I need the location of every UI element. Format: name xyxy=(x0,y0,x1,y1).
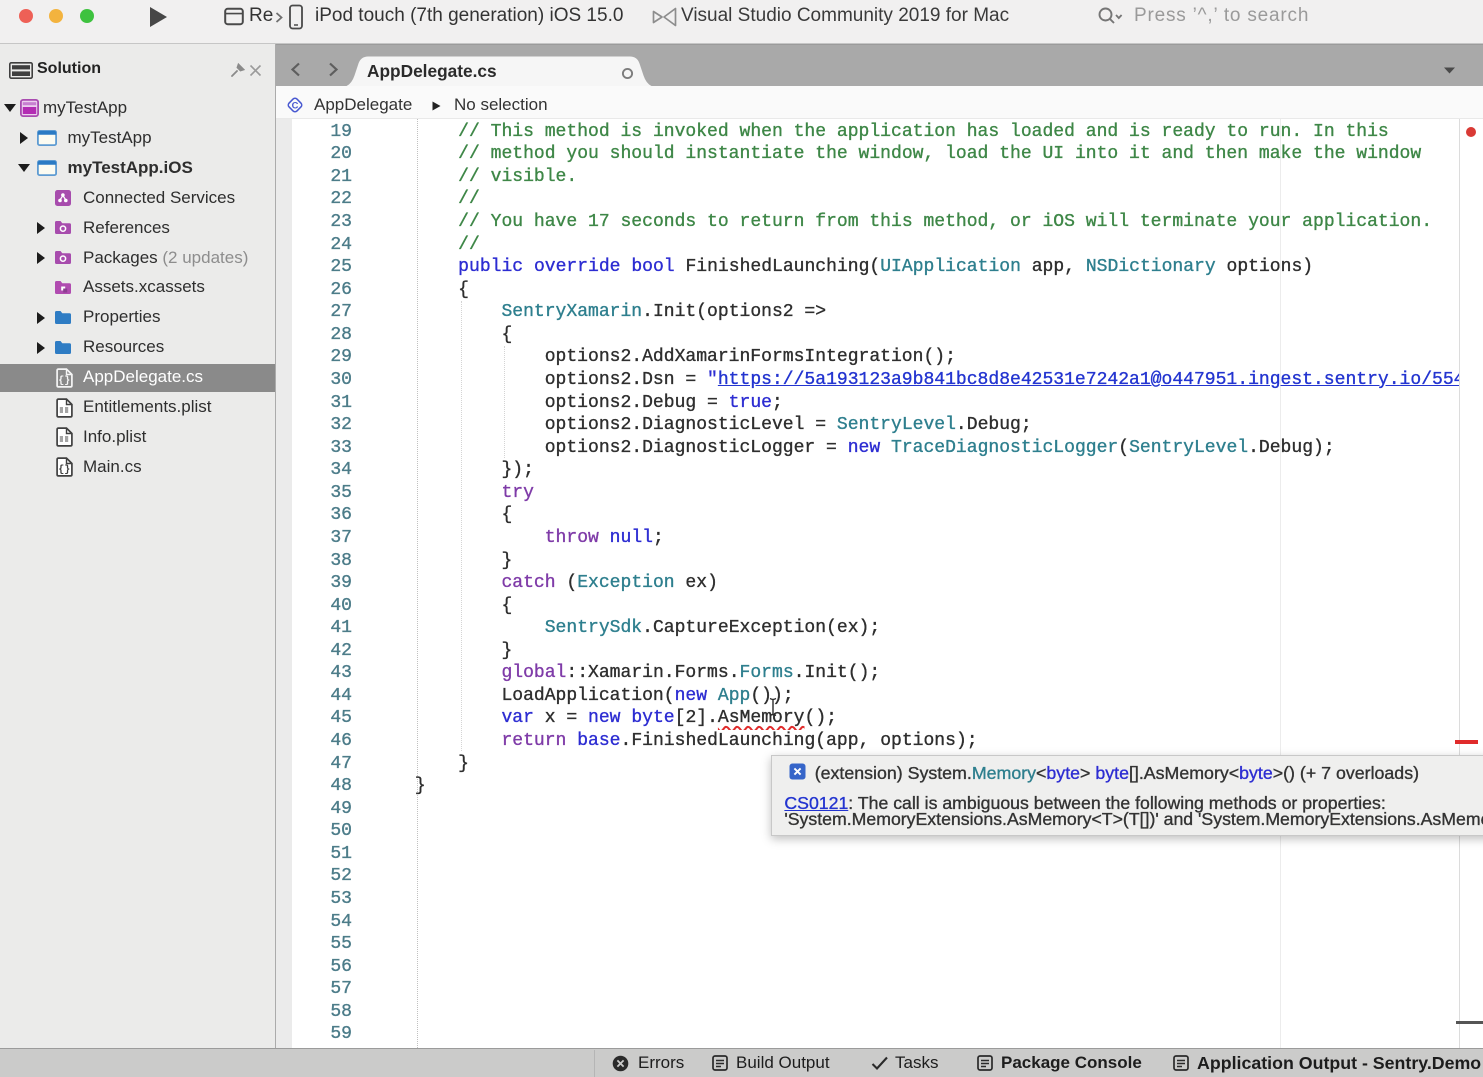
svg-text:{}: {} xyxy=(58,464,70,476)
svg-text:{}: {} xyxy=(58,374,70,386)
svg-text:C: C xyxy=(292,99,299,110)
